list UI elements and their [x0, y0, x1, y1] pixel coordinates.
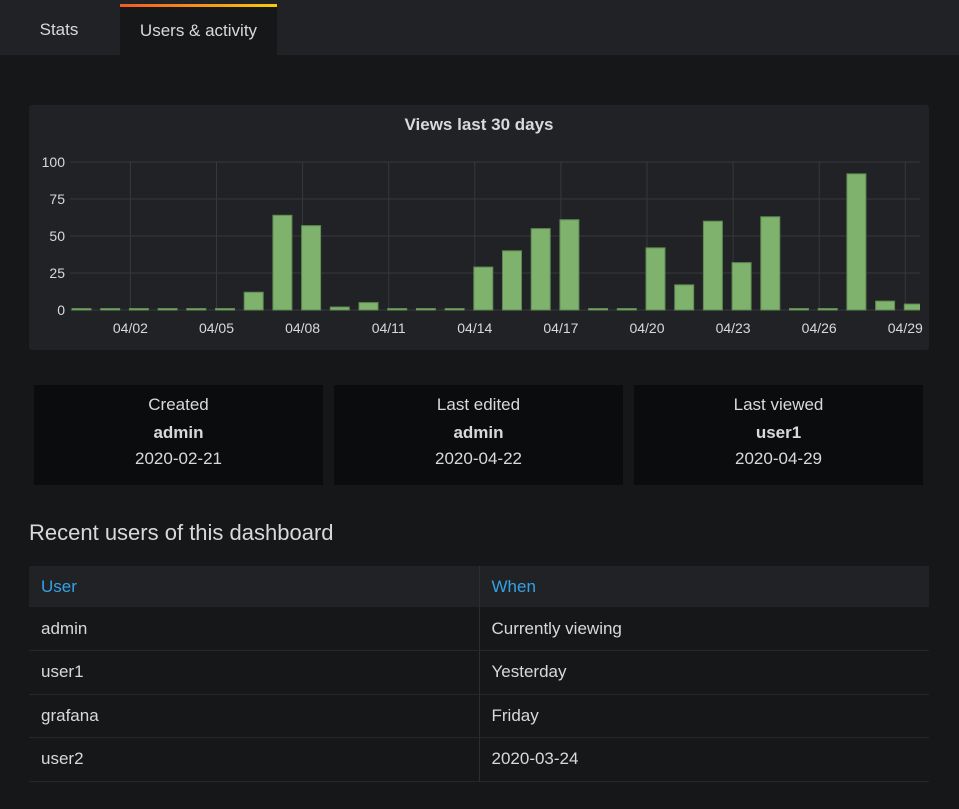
card-user: user1	[755, 423, 802, 442]
card-label: Last edited	[436, 395, 521, 414]
tab-users-activity[interactable]: Users & activity	[120, 4, 277, 55]
bar-04-04	[186, 308, 207, 311]
card-label: Last viewed	[733, 395, 824, 414]
table-row: admin Currently viewing	[29, 607, 929, 651]
bar-04-11	[387, 308, 408, 311]
card-date: 2020-02-21	[135, 449, 222, 468]
bar-04-26	[817, 308, 838, 311]
x-tick-label: 04/26	[802, 320, 837, 336]
bar-04-09	[329, 306, 350, 311]
card-user: admin	[153, 423, 204, 442]
bar-04-10	[358, 302, 379, 311]
views-bar-chart: 0 25 50 75 100 04/02 04/05 04/08 04/11 04/14 04/17…	[42, 154, 923, 336]
card-last-edited: Last edited admin 2020-04-22	[334, 385, 623, 485]
tab-bar: Stats Users & activity	[0, 0, 959, 55]
column-header-user[interactable]: User	[29, 566, 480, 607]
x-tick-label: 04/14	[457, 320, 492, 336]
bar-04-18	[588, 308, 609, 311]
views-chart-panel: Views last 30 days 0 25 50 75 100 04/02 04/05 0…	[29, 105, 929, 350]
x-tick-label: 04/23	[716, 320, 751, 336]
y-tick-label: 25	[49, 265, 65, 281]
bar-04-19	[616, 308, 637, 311]
cell-user: grafana	[29, 694, 480, 738]
bar-04-02	[128, 308, 149, 311]
recent-users-table: User When admin Currently viewing user1 …	[29, 566, 929, 782]
bar-04-01	[100, 308, 121, 311]
bar-04-25	[789, 308, 809, 311]
x-tick-label: 04/29	[888, 320, 923, 336]
bar-04-24	[760, 216, 781, 311]
cell-when: Currently viewing	[479, 607, 929, 651]
bar-04-17	[559, 219, 580, 311]
table-row: user2 2020-03-24	[29, 737, 929, 782]
bar-04-28	[875, 300, 896, 311]
bar-03-31	[71, 308, 92, 311]
x-tick-label: 04/05	[199, 320, 234, 336]
x-tick-label: 04/20	[629, 320, 664, 336]
column-header-when[interactable]: When	[479, 566, 929, 607]
cell-when: Yesterday	[479, 650, 929, 695]
bar-04-13	[444, 308, 465, 311]
bar-04-06	[243, 291, 264, 311]
y-tick-label: 0	[57, 302, 65, 318]
cell-user: user2	[29, 737, 480, 782]
table-row: grafana Friday	[29, 694, 929, 738]
cell-when: Friday	[479, 694, 929, 738]
bar-04-23	[731, 262, 752, 311]
recent-users-title: Recent users of this dashboard	[29, 520, 334, 545]
x-tick-label: 04/11	[372, 320, 406, 336]
bar-04-07	[272, 214, 293, 311]
bar-04-22	[702, 220, 723, 311]
bar-04-08	[301, 225, 322, 311]
card-date: 2020-04-22	[435, 449, 522, 468]
x-tick-label: 04/08	[285, 320, 320, 336]
bar-04-27	[846, 173, 867, 311]
y-tick-label: 100	[42, 154, 66, 170]
bar-04-03	[157, 308, 178, 311]
x-tick-label: 04/02	[113, 320, 148, 336]
bar-04-15	[502, 250, 522, 311]
bar-04-16	[530, 228, 551, 311]
cell-user: user1	[29, 650, 480, 695]
x-tick-label: 04/17	[543, 320, 578, 336]
bar-04-12	[415, 308, 436, 311]
bar-04-21	[674, 284, 695, 311]
table-header-row: User When	[29, 566, 929, 607]
y-tick-label: 50	[49, 228, 65, 244]
bar-04-29	[903, 303, 920, 311]
card-created: Created admin 2020-02-21	[34, 385, 323, 485]
y-tick-label: 75	[49, 191, 65, 207]
card-last-viewed: Last viewed user1 2020-04-29	[634, 385, 923, 485]
card-label: Created	[148, 395, 209, 414]
card-user: admin	[453, 423, 504, 442]
card-date: 2020-04-29	[735, 449, 822, 468]
bar-04-05	[215, 308, 235, 311]
tab-stats[interactable]: Stats	[0, 4, 118, 55]
bar-04-14	[473, 266, 494, 311]
bar-04-20	[645, 247, 666, 311]
cell-when: 2020-03-24	[479, 737, 929, 782]
table-row: user1 Yesterday	[29, 650, 929, 695]
cell-user: admin	[29, 607, 480, 651]
